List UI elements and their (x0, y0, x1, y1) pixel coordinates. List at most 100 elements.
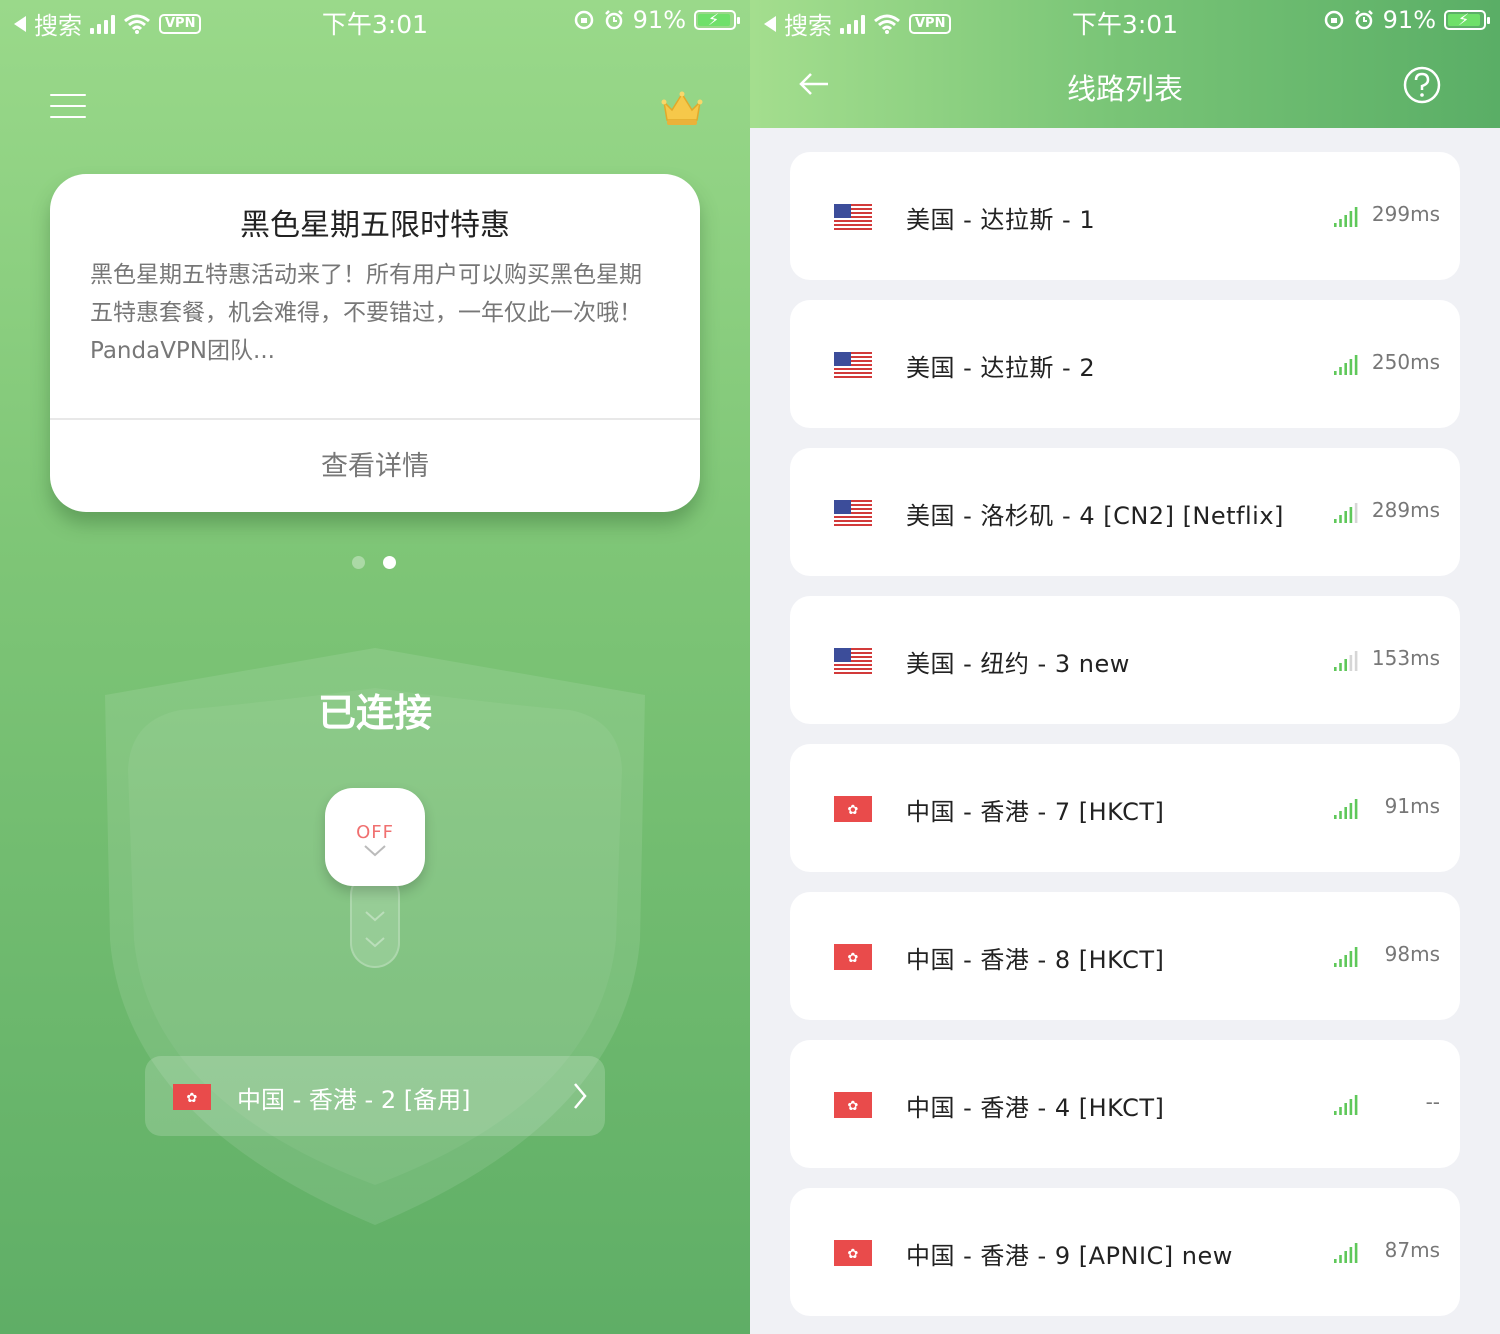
signal-bar (1334, 815, 1337, 819)
connect-switch[interactable]: OFF (325, 788, 425, 886)
signal-bar (1354, 355, 1358, 375)
server-latency: 98ms (1384, 942, 1440, 966)
server-latency: 87ms (1384, 1238, 1440, 1262)
svg-text:✿: ✿ (848, 1247, 859, 1262)
alarm-icon (604, 10, 623, 30)
hong-kong-flag-icon: ✿ (834, 1240, 872, 1266)
us-flag-icon (834, 352, 872, 378)
carousel-dot-active[interactable] (383, 556, 396, 569)
signal-bar (1349, 655, 1353, 671)
nav-header: 搜索 VPN 下午3:01 91% ⚡ 线路列表 (750, 0, 1500, 128)
signal-bar (1354, 947, 1358, 967)
svg-text:✿: ✿ (848, 803, 859, 818)
signal-bar (1344, 1103, 1347, 1115)
server-row[interactable]: 美国 - 洛杉矶 - 4 [CN2] [Netflix] 289ms (790, 448, 1460, 576)
signal-bar (1349, 211, 1353, 227)
connection-status: 已连接 (317, 691, 432, 735)
signal-bar (1349, 803, 1353, 819)
signal-strength-icon (1334, 355, 1358, 375)
server-list-screen: 搜索 VPN 下午3:01 91% ⚡ 线路列表 美国 - 达拉斯 - 1 29… (750, 0, 1500, 1334)
server-latency: 289ms (1371, 498, 1440, 522)
server-name: 美国 - 达拉斯 - 1 (906, 206, 1096, 234)
signal-bar (1334, 1111, 1337, 1115)
signal-bar (1344, 955, 1347, 967)
us-flag-icon (834, 204, 872, 230)
crown-icon[interactable] (660, 88, 704, 128)
signal-bar (1339, 1107, 1342, 1115)
page-title: 线路列表 (1066, 72, 1183, 106)
promo-signature: PandaVPN团队... (90, 338, 275, 364)
signal-strength-icon (1334, 1095, 1358, 1115)
promo-card[interactable]: 黑色星期五限时特惠 黑色星期五特惠活动来了！所有用户可以购买黑色星期五特惠套餐，… (50, 174, 700, 512)
svg-text:✿: ✿ (848, 951, 859, 966)
divider (50, 418, 700, 420)
status-bar: 搜索 VPN 下午3:01 91% ⚡ (750, 0, 1500, 44)
server-name: 美国 - 达拉斯 - 2 (906, 354, 1096, 382)
signal-bar (1339, 663, 1342, 671)
signal-bar (1344, 1251, 1347, 1263)
battery-icon: ⚡ (1444, 10, 1490, 30)
server-name: 中国 - 香港 - 9 [APNIC] new (906, 1242, 1233, 1270)
signal-bar (1349, 507, 1353, 523)
server-name: 美国 - 纽约 - 3 new (906, 650, 1130, 678)
signal-bar (1334, 963, 1337, 967)
signal-bar (1349, 359, 1353, 375)
server-latency: -- (1425, 1090, 1440, 1114)
signal-strength-icon (1334, 651, 1358, 671)
server-name: 中国 - 香港 - 4 [HKCT] (906, 1094, 1165, 1122)
server-row[interactable]: ✿ 中国 - 香港 - 7 [HKCT] 91ms (790, 744, 1460, 872)
us-flag-icon (834, 648, 872, 674)
signal-strength-icon (1334, 799, 1358, 819)
help-icon[interactable] (1403, 66, 1441, 104)
svg-text:✿: ✿ (848, 1099, 859, 1114)
hong-kong-flag-icon: ✿ (173, 1084, 211, 1110)
signal-bar (1339, 959, 1342, 967)
signal-bar (1354, 651, 1358, 671)
signal-bar (1354, 1095, 1358, 1115)
promo-body: 黑色星期五特惠活动来了！所有用户可以购买黑色星期五特惠套餐，机会难得，不要错过，… (90, 256, 660, 370)
signal-strength-icon (1334, 1243, 1358, 1263)
chevron-down-icon (365, 937, 385, 948)
server-row[interactable]: ✿ 中国 - 香港 - 8 [HKCT] 98ms (790, 892, 1460, 1020)
signal-strength-icon (1334, 947, 1358, 967)
server-latency: 153ms (1371, 646, 1440, 670)
server-row[interactable]: 美国 - 纽约 - 3 new 153ms (790, 596, 1460, 724)
signal-bar (1354, 207, 1358, 227)
signal-bar (1339, 811, 1342, 819)
signal-bar (1349, 1247, 1353, 1263)
chevron-down-icon (365, 911, 385, 922)
signal-bar (1344, 215, 1347, 227)
signal-bar (1339, 367, 1342, 375)
hong-kong-flag-icon: ✿ (834, 796, 872, 822)
signal-bar (1354, 503, 1358, 523)
view-details-button[interactable]: 查看详情 (50, 444, 700, 483)
server-row[interactable]: 美国 - 达拉斯 - 1 299ms (790, 152, 1460, 280)
signal-bar (1334, 223, 1337, 227)
signal-bar (1349, 951, 1353, 967)
home-screen: 搜索 VPN 下午3:01 91% ⚡ 黑色星期五限时特惠 黑色星期五特惠活动来… (0, 0, 750, 1334)
alarm-icon (1354, 10, 1373, 30)
server-row[interactable]: ✿ 中国 - 香港 - 4 [HKCT] -- (790, 1040, 1460, 1168)
menu-icon[interactable] (50, 94, 86, 122)
promo-title: 黑色星期五限时特惠 (240, 208, 510, 243)
signal-bar (1344, 363, 1347, 375)
chevron-right-icon (574, 1083, 587, 1109)
svg-text:✿: ✿ (187, 1091, 198, 1106)
signal-bar (1354, 1243, 1358, 1263)
signal-bar (1349, 1099, 1353, 1115)
hong-kong-flag-icon: ✿ (834, 944, 872, 970)
signal-bar (1339, 219, 1342, 227)
signal-bar (1344, 807, 1347, 819)
switch-label: OFF (356, 822, 394, 843)
server-row[interactable]: 美国 - 达拉斯 - 2 250ms (790, 300, 1460, 428)
carousel-dot[interactable] (352, 556, 365, 569)
current-server-selector[interactable]: ✿ 中国 - 香港 - 2 [备用] (145, 1056, 605, 1136)
signal-bar (1334, 371, 1337, 375)
server-latency: 299ms (1371, 202, 1440, 226)
battery-percent: 91% (1382, 6, 1436, 34)
server-name: 中国 - 香港 - 8 [HKCT] (906, 946, 1165, 974)
signal-bar (1354, 799, 1358, 819)
server-row[interactable]: ✿ 中国 - 香港 - 9 [APNIC] new 87ms (790, 1188, 1460, 1316)
signal-bar (1339, 515, 1342, 523)
us-flag-icon (834, 500, 872, 526)
